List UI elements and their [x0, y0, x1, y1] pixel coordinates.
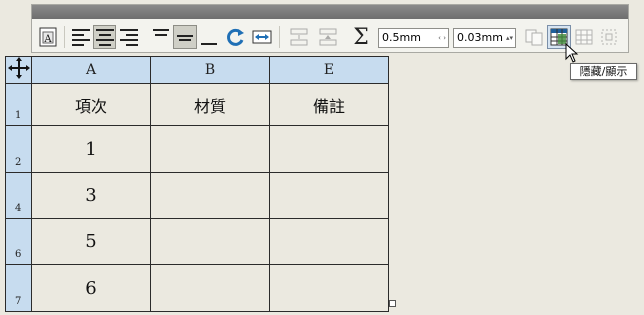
- row-header[interactable]: 1: [5, 83, 32, 126]
- column-header-row: A B E: [5, 56, 389, 84]
- table-move-handle[interactable]: [5, 56, 32, 84]
- move-handle-icon: [7, 57, 30, 79]
- table-row: 2 1: [5, 125, 389, 173]
- table-cell[interactable]: [150, 172, 270, 219]
- insert-row-below-icon: [290, 28, 308, 46]
- valign-top-button[interactable]: [150, 25, 172, 49]
- table-cell[interactable]: [269, 172, 389, 219]
- insert-row-below-button[interactable]: [288, 25, 310, 49]
- cell-width-spinner[interactable]: 0.5mm ‹ ›: [378, 28, 449, 48]
- row-header[interactable]: 6: [5, 218, 32, 265]
- insert-row-above-button[interactable]: [317, 25, 339, 49]
- tooltip: 隱藏/顯示: [570, 63, 637, 80]
- valign-top-icon: [153, 29, 169, 36]
- row-header[interactable]: 2: [5, 125, 32, 173]
- table-cell[interactable]: [150, 125, 270, 173]
- table-cell[interactable]: 3: [31, 172, 151, 219]
- table-row: 4 3: [5, 172, 389, 219]
- table-cell[interactable]: [269, 218, 389, 265]
- table-row: 1 項次 材質 備註: [5, 83, 389, 126]
- svg-text:A: A: [43, 34, 52, 45]
- table-cell[interactable]: [150, 218, 270, 265]
- fit-width-icon: [252, 30, 272, 44]
- table-cell[interactable]: 6: [31, 264, 151, 312]
- table-cell[interactable]: 材質: [150, 83, 270, 126]
- align-left-icon: [72, 28, 90, 46]
- table-toolbar: A Σ 0.5mm ‹ › 0.03mm ▴▾: [31, 4, 629, 53]
- row-header[interactable]: 7: [5, 264, 32, 312]
- table-resize-handle[interactable]: [389, 300, 396, 307]
- valign-bottom-icon: [201, 43, 217, 45]
- table-cell[interactable]: 1: [31, 125, 151, 173]
- table-cell[interactable]: [269, 125, 389, 173]
- fit-width-button[interactable]: [251, 25, 273, 49]
- stroke-weight-spinner[interactable]: 0.03mm ▴▾: [453, 28, 516, 48]
- copy-table-button[interactable]: [523, 25, 545, 49]
- align-right-button[interactable]: [118, 25, 140, 49]
- mouse-pointer-icon: [565, 43, 579, 63]
- rotate-icon: [227, 28, 244, 46]
- text-frame-icon: A: [39, 27, 57, 47]
- valign-middle-button[interactable]: [173, 25, 197, 49]
- copy-table-icon: [525, 29, 543, 46]
- text-frame-button[interactable]: A: [37, 25, 59, 49]
- table-row: 7 6: [5, 264, 389, 312]
- rotate-button[interactable]: [225, 25, 247, 49]
- table-cell[interactable]: [150, 264, 270, 312]
- align-right-icon: [120, 28, 138, 46]
- column-header-a[interactable]: A: [31, 56, 151, 84]
- cell-width-value: 0.5mm: [382, 31, 421, 44]
- align-center-button[interactable]: [93, 25, 116, 49]
- valign-middle-icon: [177, 35, 193, 41]
- align-center-icon: [95, 28, 114, 46]
- align-left-button[interactable]: [70, 25, 92, 49]
- column-header-b[interactable]: B: [150, 56, 270, 84]
- data-table: A B E 1 項次 材質 備註 2 1 4 3 6 5 7 6: [5, 56, 389, 312]
- sum-icon: Σ: [353, 24, 369, 50]
- row-header[interactable]: 4: [5, 172, 32, 219]
- table-cell[interactable]: [269, 264, 389, 312]
- table-cell[interactable]: 備註: [269, 83, 389, 126]
- table-cell[interactable]: 5: [31, 218, 151, 265]
- toolbar-titlebar[interactable]: [32, 5, 628, 19]
- select-frame-button[interactable]: [598, 25, 620, 49]
- stroke-weight-value: 0.03mm: [457, 31, 503, 44]
- valign-bottom-button[interactable]: [198, 25, 220, 49]
- table-row: 6 5: [5, 218, 389, 265]
- stroke-arrows-icon[interactable]: ▴▾: [506, 29, 513, 47]
- table-cell[interactable]: 項次: [31, 83, 151, 126]
- column-header-e[interactable]: E: [269, 56, 389, 84]
- sum-button[interactable]: Σ: [350, 24, 372, 50]
- width-arrows-icon[interactable]: ‹ ›: [438, 29, 446, 47]
- select-frame-icon: [601, 29, 617, 45]
- insert-row-above-icon: [319, 28, 337, 46]
